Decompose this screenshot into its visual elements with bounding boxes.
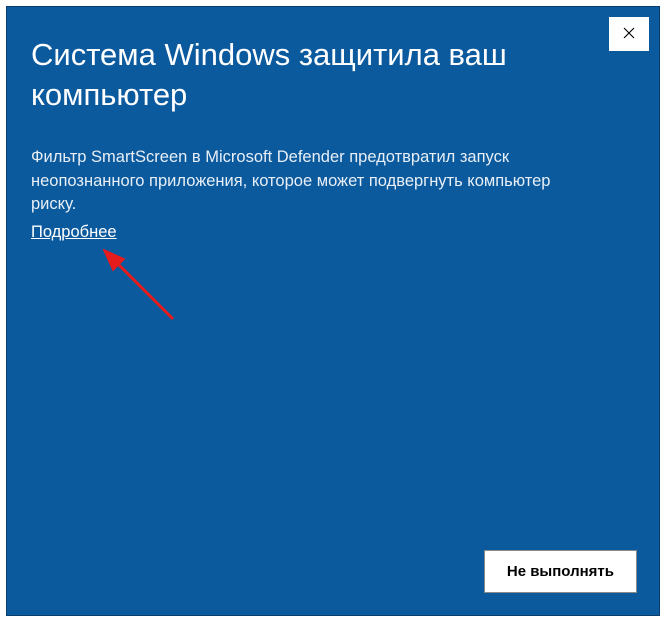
annotation-arrow-icon	[103, 249, 193, 339]
dialog-title: Система Windows защитила ваш компьютер	[7, 7, 567, 116]
close-button[interactable]	[609, 17, 649, 51]
dialog-body: Фильтр SmartScreen в Microsoft Defender …	[7, 116, 597, 218]
dont-run-button[interactable]: Не выполнять	[484, 550, 637, 593]
more-info-link[interactable]: Подробнее	[31, 223, 117, 242]
smartscreen-dialog: Система Windows защитила ваш компьютер Ф…	[6, 6, 660, 616]
close-icon	[623, 26, 635, 43]
